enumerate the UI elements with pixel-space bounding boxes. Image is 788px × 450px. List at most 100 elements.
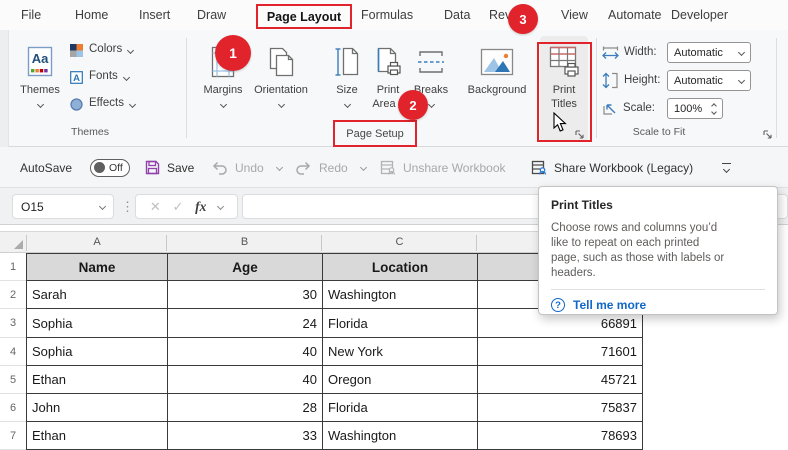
qat-overflow-button[interactable] <box>722 147 731 188</box>
cell-b7[interactable]: 33 <box>168 422 323 450</box>
cell-a4[interactable]: Sophia <box>27 338 168 366</box>
cell-c5[interactable]: Oregon <box>323 366 478 394</box>
unshare-workbook-label: Unshare Workbook <box>403 161 506 175</box>
size-icon <box>334 40 360 84</box>
tooltip-divider <box>551 289 765 290</box>
row-header-6[interactable]: 6 <box>0 394 26 422</box>
cell-d4[interactable]: 71601 <box>478 338 643 366</box>
cell-b1[interactable]: Age <box>168 253 323 281</box>
insert-function-icon[interactable]: fx <box>195 199 206 215</box>
chevron-down-icon[interactable] <box>217 203 224 210</box>
share-workbook-button[interactable]: Share Workbook (Legacy) <box>531 147 693 188</box>
column-header-b[interactable]: B <box>167 232 322 252</box>
ribbon-left-edge <box>0 30 9 147</box>
tab-draw[interactable]: Draw <box>197 0 226 30</box>
orientation-label: Orientation <box>254 84 308 98</box>
cell-b5[interactable]: 40 <box>168 366 323 394</box>
row-header-3[interactable]: 3 <box>0 309 26 338</box>
undo-button[interactable]: Undo <box>211 147 282 188</box>
cell-a2[interactable]: Sarah <box>27 281 168 309</box>
column-header-c[interactable]: C <box>322 232 477 252</box>
page-setup-group-label: Page Setup <box>346 128 404 140</box>
row-header-5[interactable]: 5 <box>0 366 26 394</box>
chevron-down-icon <box>123 73 130 80</box>
colors-button[interactable]: Colors <box>70 39 133 61</box>
width-icon <box>602 45 619 60</box>
select-all-corner[interactable] <box>0 232 26 252</box>
cell-c3[interactable]: Florida <box>323 309 478 338</box>
name-box-value: O15 <box>21 200 44 214</box>
overflow-icon <box>722 163 731 165</box>
cell-a3[interactable]: Sophia <box>27 309 168 338</box>
tab-file[interactable]: File <box>21 0 41 30</box>
cell-c7[interactable]: Washington <box>323 422 478 450</box>
step-1-badge: 1 <box>215 35 251 71</box>
tooltip-body-line: Choose rows and columns you’d <box>551 221 765 236</box>
scale-to-fit-group-label: Scale to Fit <box>600 126 718 142</box>
cell-b4[interactable]: 40 <box>168 338 323 366</box>
tab-automate[interactable]: Automate <box>608 0 662 30</box>
scale-value: 100% <box>674 103 702 115</box>
scale-spinner[interactable]: 100% <box>667 98 723 119</box>
undo-label: Undo <box>235 161 264 175</box>
redo-button[interactable]: Redo <box>295 147 366 188</box>
height-dropdown[interactable]: Automatic <box>667 70 751 91</box>
print-area-label-line1: Print <box>377 84 400 98</box>
cell-b3[interactable]: 24 <box>168 309 323 338</box>
cell-c4[interactable]: New York <box>323 338 478 366</box>
enter-icon[interactable]: ✓ <box>173 199 184 215</box>
row-header-2[interactable]: 2 <box>0 281 26 309</box>
formula-bar-handle[interactable]: ⋮ <box>121 194 134 219</box>
breaks-icon <box>417 40 445 84</box>
cell-a1[interactable]: Name <box>27 253 168 281</box>
cell-a5[interactable]: Ethan <box>27 366 168 394</box>
tab-data[interactable]: Data <box>444 0 470 30</box>
cell-a7[interactable]: Ethan <box>27 422 168 450</box>
help-icon: ? <box>551 298 565 312</box>
cell-b6[interactable]: 28 <box>168 394 323 422</box>
tab-developer[interactable]: Developer <box>671 0 728 30</box>
chevron-down-icon <box>277 100 284 107</box>
orientation-icon <box>266 40 296 84</box>
share-workbook-label: Share Workbook (Legacy) <box>554 161 693 175</box>
row-header-4[interactable]: 4 <box>0 338 26 366</box>
cell-d7[interactable]: 78693 <box>478 422 643 450</box>
tab-home[interactable]: Home <box>75 0 108 30</box>
cell-d6[interactable]: 75837 <box>478 394 643 422</box>
column-header-a[interactable]: A <box>27 232 167 252</box>
tab-formulas[interactable]: Formulas <box>361 0 413 30</box>
tab-view[interactable]: View <box>561 0 588 30</box>
cell-a6[interactable]: John <box>27 394 168 422</box>
name-box[interactable]: O15 <box>12 194 114 219</box>
tab-page-layout[interactable]: Page Layout <box>267 2 341 32</box>
background-button[interactable]: Background <box>458 36 536 142</box>
autosave-toggle[interactable]: Off <box>90 147 130 188</box>
scale-to-fit-dialog-launcher[interactable] <box>762 129 773 140</box>
tooltip-body-line: like to repeat on each printed <box>551 236 765 251</box>
cancel-icon[interactable]: ✕ <box>150 199 161 215</box>
width-dropdown[interactable]: Automatic <box>667 42 751 63</box>
chevron-down-icon <box>219 100 226 107</box>
step-2-badge: 2 <box>398 90 428 120</box>
width-label: Width: <box>624 46 657 58</box>
cell-c2[interactable]: Washington <box>323 281 478 309</box>
orientation-button[interactable]: Orientation <box>248 36 314 142</box>
tell-me-more-link[interactable]: ? Tell me more <box>551 298 765 312</box>
tab-insert[interactable]: Insert <box>139 0 170 30</box>
cell-d5[interactable]: 45721 <box>478 366 643 394</box>
save-button[interactable]: Save <box>145 147 194 188</box>
cell-c1[interactable]: Location <box>323 253 478 281</box>
fonts-button[interactable]: A Fonts <box>70 66 129 88</box>
quick-access-toolbar: AutoSave Off Save Undo Redo <box>0 147 788 188</box>
themes-group-label: Themes <box>40 126 140 142</box>
spinner-arrows-icon[interactable] <box>712 104 716 114</box>
unshare-workbook-button[interactable]: Unshare Workbook <box>380 147 506 188</box>
select-all-icon <box>14 240 23 249</box>
save-icon <box>145 160 160 175</box>
cell-c6[interactable]: Florida <box>323 394 478 422</box>
row-header-1[interactable]: 1 <box>0 253 26 281</box>
row-header-7[interactable]: 7 <box>0 422 26 450</box>
cell-b2[interactable]: 30 <box>168 281 323 309</box>
background-icon <box>480 40 514 84</box>
effects-button[interactable]: Effects <box>70 93 135 115</box>
